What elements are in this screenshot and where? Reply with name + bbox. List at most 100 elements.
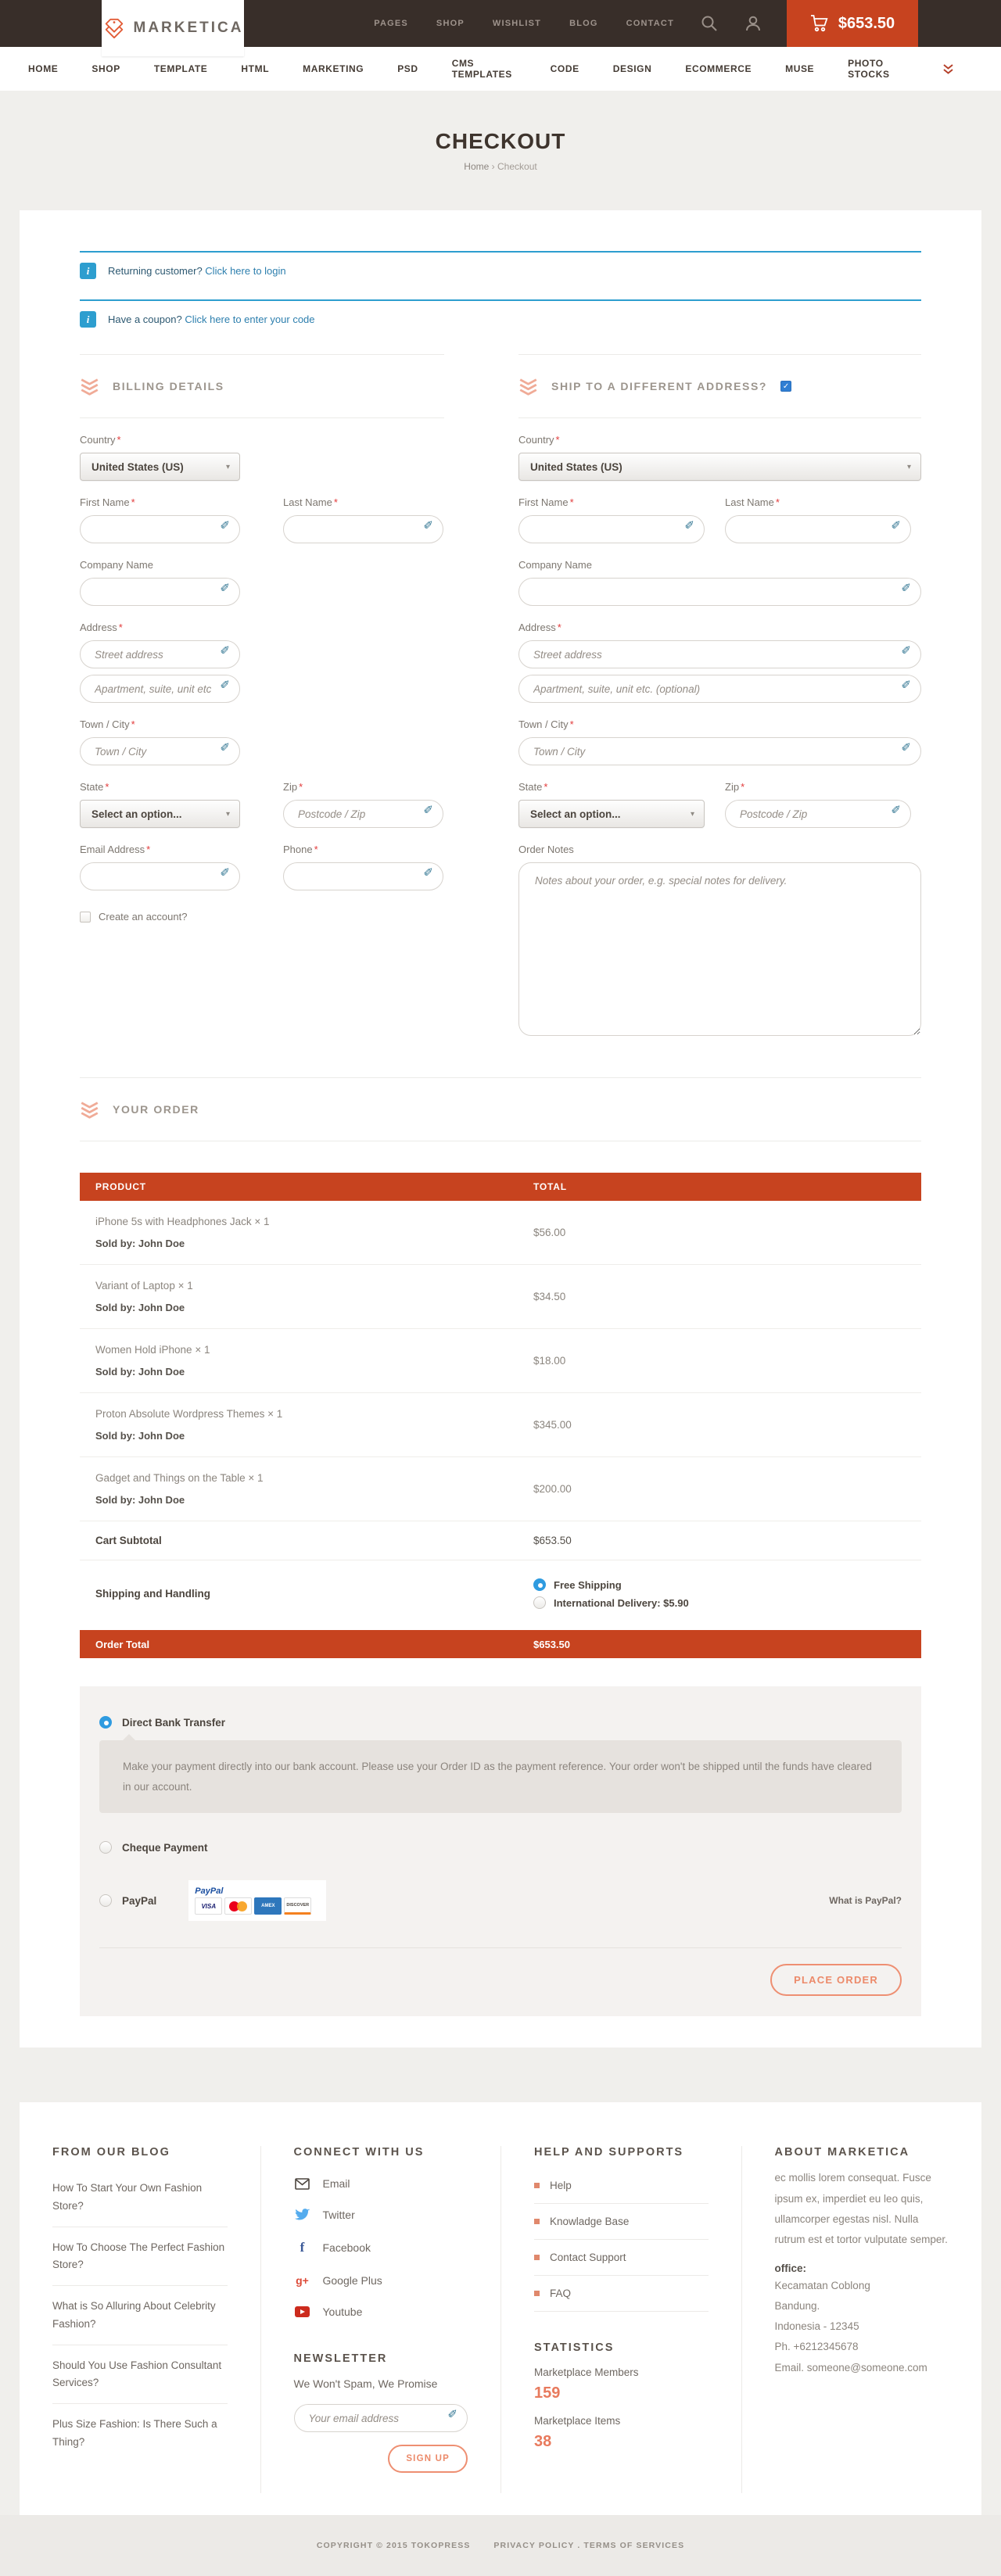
blog-link[interactable]: How To Choose The Perfect Fashion Store? xyxy=(52,2227,228,2287)
amex-icon: AMEX xyxy=(254,1897,282,1915)
search-icon[interactable] xyxy=(701,15,718,32)
copyright-links[interactable]: PRIVACY POLICY . TERMS OF SERVICES xyxy=(493,2541,684,2550)
shipping-last-name-input[interactable] xyxy=(725,515,911,543)
google-plus-icon xyxy=(294,2274,311,2287)
billing-first-name-label: First Name* xyxy=(80,496,240,508)
billing-last-name-input[interactable] xyxy=(283,515,443,543)
top-nav-contact[interactable]: CONTACT xyxy=(626,19,674,28)
login-link[interactable]: Click here to login xyxy=(205,265,285,277)
double-chevron-down-icon[interactable] xyxy=(942,63,954,74)
paypal-label[interactable]: PayPal xyxy=(122,1895,156,1907)
billing-street-input[interactable] xyxy=(80,640,240,668)
help-link[interactable]: Help xyxy=(534,2168,709,2204)
shipping-town-input[interactable] xyxy=(518,737,921,765)
billing-phone-label: Phone* xyxy=(283,844,443,855)
blog-link[interactable]: Should You Use Fashion Consultant Servic… xyxy=(52,2345,228,2405)
bank-transfer-radio[interactable] xyxy=(99,1716,112,1729)
billing-company-label: Company Name xyxy=(80,559,444,571)
coupon-link[interactable]: Click here to enter your code xyxy=(185,313,314,325)
blog-link[interactable]: What is So Alluring About Celebrity Fash… xyxy=(52,2286,228,2345)
notice-coupon: i Have a coupon? Click here to enter you… xyxy=(80,299,921,328)
nav-psd[interactable]: PSD xyxy=(397,63,418,74)
top-nav-blog[interactable]: BLOG xyxy=(569,19,598,28)
nav-template[interactable]: TEMPLATE xyxy=(154,63,208,74)
social-link-email[interactable]: Email xyxy=(294,2168,468,2199)
nav-cms-templates[interactable]: CMS TEMPLATES xyxy=(452,58,517,80)
billing-first-name-input[interactable] xyxy=(80,515,240,543)
social-link-google-plus[interactable]: Google Plus xyxy=(294,2265,468,2296)
cheque-payment-radio[interactable] xyxy=(99,1841,112,1854)
nav-marketing[interactable]: MARKETING xyxy=(303,63,364,74)
paypal-radio[interactable] xyxy=(99,1894,112,1907)
international-delivery-label[interactable]: International Delivery: $5.90 xyxy=(554,1597,689,1609)
social-link-facebook[interactable]: Facebook xyxy=(294,2230,468,2265)
returning-customer-text: Returning customer? xyxy=(108,265,203,277)
shipping-street-input[interactable] xyxy=(518,640,921,668)
billing-phone-input[interactable] xyxy=(283,862,443,890)
your-order-header: YOUR ORDER xyxy=(80,1077,921,1141)
create-account-checkbox[interactable] xyxy=(80,912,91,923)
social-link-twitter[interactable]: Twitter xyxy=(294,2199,468,2230)
top-nav-pages[interactable]: PAGES xyxy=(374,19,408,28)
billing-section: BILLING DETAILS Country* United States (… xyxy=(80,354,444,1040)
billing-state-select[interactable]: Select an option... xyxy=(80,800,240,828)
billing-email-input[interactable] xyxy=(80,862,240,890)
nav-shop[interactable]: SHOP xyxy=(91,63,120,74)
help-link[interactable]: Contact Support xyxy=(534,2240,709,2276)
newsletter-title: NEWSLETTER xyxy=(294,2352,468,2365)
layers-icon xyxy=(80,375,99,397)
blog-link[interactable]: Plus Size Fashion: Is There Such a Thing… xyxy=(52,2404,228,2463)
what-is-paypal-link[interactable]: What is PayPal? xyxy=(829,1895,902,1906)
order-notes-textarea[interactable] xyxy=(518,862,921,1036)
create-account-label[interactable]: Create an account? xyxy=(99,911,187,923)
blog-link[interactable]: How To Start Your Own Fashion Store? xyxy=(52,2168,228,2227)
user-icon[interactable] xyxy=(744,15,762,32)
paypal-cards-image: PayPal VISA MC AMEX DISCOVER xyxy=(188,1880,326,1921)
shipping-zip-input[interactable] xyxy=(725,800,911,828)
logo[interactable]: MARKETICA xyxy=(102,0,244,56)
signup-button[interactable]: SIGN UP xyxy=(388,2445,468,2473)
top-nav-shop[interactable]: SHOP xyxy=(436,19,465,28)
billing-country-select[interactable]: United States (US) xyxy=(80,453,240,481)
ship-different-address-checkbox[interactable] xyxy=(780,381,791,392)
top-nav-wishlist[interactable]: WISHLIST xyxy=(493,19,541,28)
cart-button[interactable]: $653.50 xyxy=(787,0,918,47)
nav-photo-stocks[interactable]: PHOTO STOCKS xyxy=(848,58,909,80)
order-total-label: Order Total xyxy=(80,1639,533,1650)
nav-code[interactable]: CODE xyxy=(551,63,579,74)
help-link[interactable]: FAQ xyxy=(534,2276,709,2312)
tag-icon xyxy=(102,16,126,40)
breadcrumb-separator: › xyxy=(492,161,495,172)
shipping-apartment-input[interactable] xyxy=(518,675,921,703)
billing-town-input[interactable] xyxy=(80,737,240,765)
social-link-youtube[interactable]: Youtube xyxy=(294,2296,468,2327)
newsletter-email-input[interactable] xyxy=(294,2404,468,2432)
free-shipping-label[interactable]: Free Shipping xyxy=(554,1579,622,1591)
cheque-payment-label[interactable]: Cheque Payment xyxy=(122,1842,208,1854)
shipping-first-name-input[interactable] xyxy=(518,515,705,543)
shipping-country-select[interactable]: United States (US) xyxy=(518,453,921,481)
nav-muse[interactable]: MUSE xyxy=(785,63,814,74)
nav-home[interactable]: HOME xyxy=(28,63,58,74)
info-icon: i xyxy=(80,311,96,328)
stat-value: 159 xyxy=(534,2384,709,2402)
shipping-state-select[interactable]: Select an option... xyxy=(518,800,705,828)
nav-design[interactable]: DESIGN xyxy=(613,63,652,74)
shipping-address-label: Address* xyxy=(518,622,921,633)
billing-zip-input[interactable] xyxy=(283,800,443,828)
nav-html[interactable]: HTML xyxy=(241,63,269,74)
place-order-button[interactable]: PLACE ORDER xyxy=(770,1964,902,1996)
free-shipping-radio[interactable] xyxy=(533,1578,546,1591)
shipping-state-label: State* xyxy=(518,781,705,793)
shipping-last-name-label: Last Name* xyxy=(725,496,911,508)
square-bullet-icon xyxy=(534,2255,540,2260)
billing-apartment-input[interactable] xyxy=(80,675,240,703)
help-link[interactable]: Knowladge Base xyxy=(534,2204,709,2240)
international-delivery-radio[interactable] xyxy=(533,1596,546,1609)
nav-ecommerce[interactable]: ECOMMERCE xyxy=(685,63,752,74)
bank-transfer-label[interactable]: Direct Bank Transfer xyxy=(122,1717,225,1729)
billing-company-input[interactable] xyxy=(80,578,240,606)
shipping-company-input[interactable] xyxy=(518,578,921,606)
breadcrumb-home[interactable]: Home xyxy=(464,161,489,172)
product-total: $200.00 xyxy=(533,1483,921,1495)
